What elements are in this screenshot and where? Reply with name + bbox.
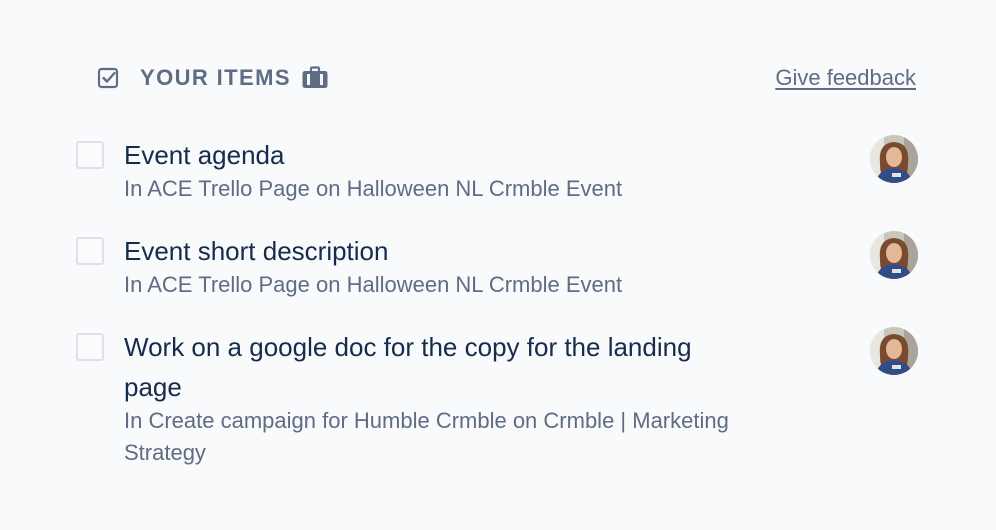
section-header: YOUR ITEMS Give feedback [96, 62, 916, 94]
checkbox-icon [96, 66, 120, 90]
avatar[interactable] [870, 135, 918, 183]
item-title[interactable]: Event short description [124, 231, 744, 271]
item-checkbox[interactable] [76, 237, 104, 265]
item-location: In Create campaign for Humble Crmble on … [124, 408, 729, 465]
list-item: Event agenda In ACE Trello Page on Hallo… [76, 135, 918, 215]
give-feedback-link[interactable]: Give feedback [775, 65, 916, 91]
briefcase-icon [301, 66, 329, 90]
avatar[interactable] [870, 327, 918, 375]
item-location: In ACE Trello Page on Halloween NL Crmbl… [124, 272, 623, 297]
list-item: Work on a google doc for the copy for th… [76, 327, 918, 477]
avatar[interactable] [870, 231, 918, 279]
item-checkbox[interactable] [76, 333, 104, 361]
list-item: Event short description In ACE Trello Pa… [76, 231, 918, 311]
item-text: Event agenda In ACE Trello Page on Hallo… [124, 135, 744, 205]
item-checkbox[interactable] [76, 141, 104, 169]
section-header-left: YOUR ITEMS [96, 65, 329, 91]
item-text: Event short description In ACE Trello Pa… [124, 231, 744, 301]
item-location: In ACE Trello Page on Halloween NL Crmbl… [124, 176, 623, 201]
item-title[interactable]: Work on a google doc for the copy for th… [124, 327, 744, 407]
section-title: YOUR ITEMS [140, 65, 291, 90]
your-items-panel: YOUR ITEMS Give feedback Event agenda In… [0, 0, 996, 530]
item-title[interactable]: Event agenda [124, 135, 744, 175]
item-text: Work on a google doc for the copy for th… [124, 327, 744, 469]
